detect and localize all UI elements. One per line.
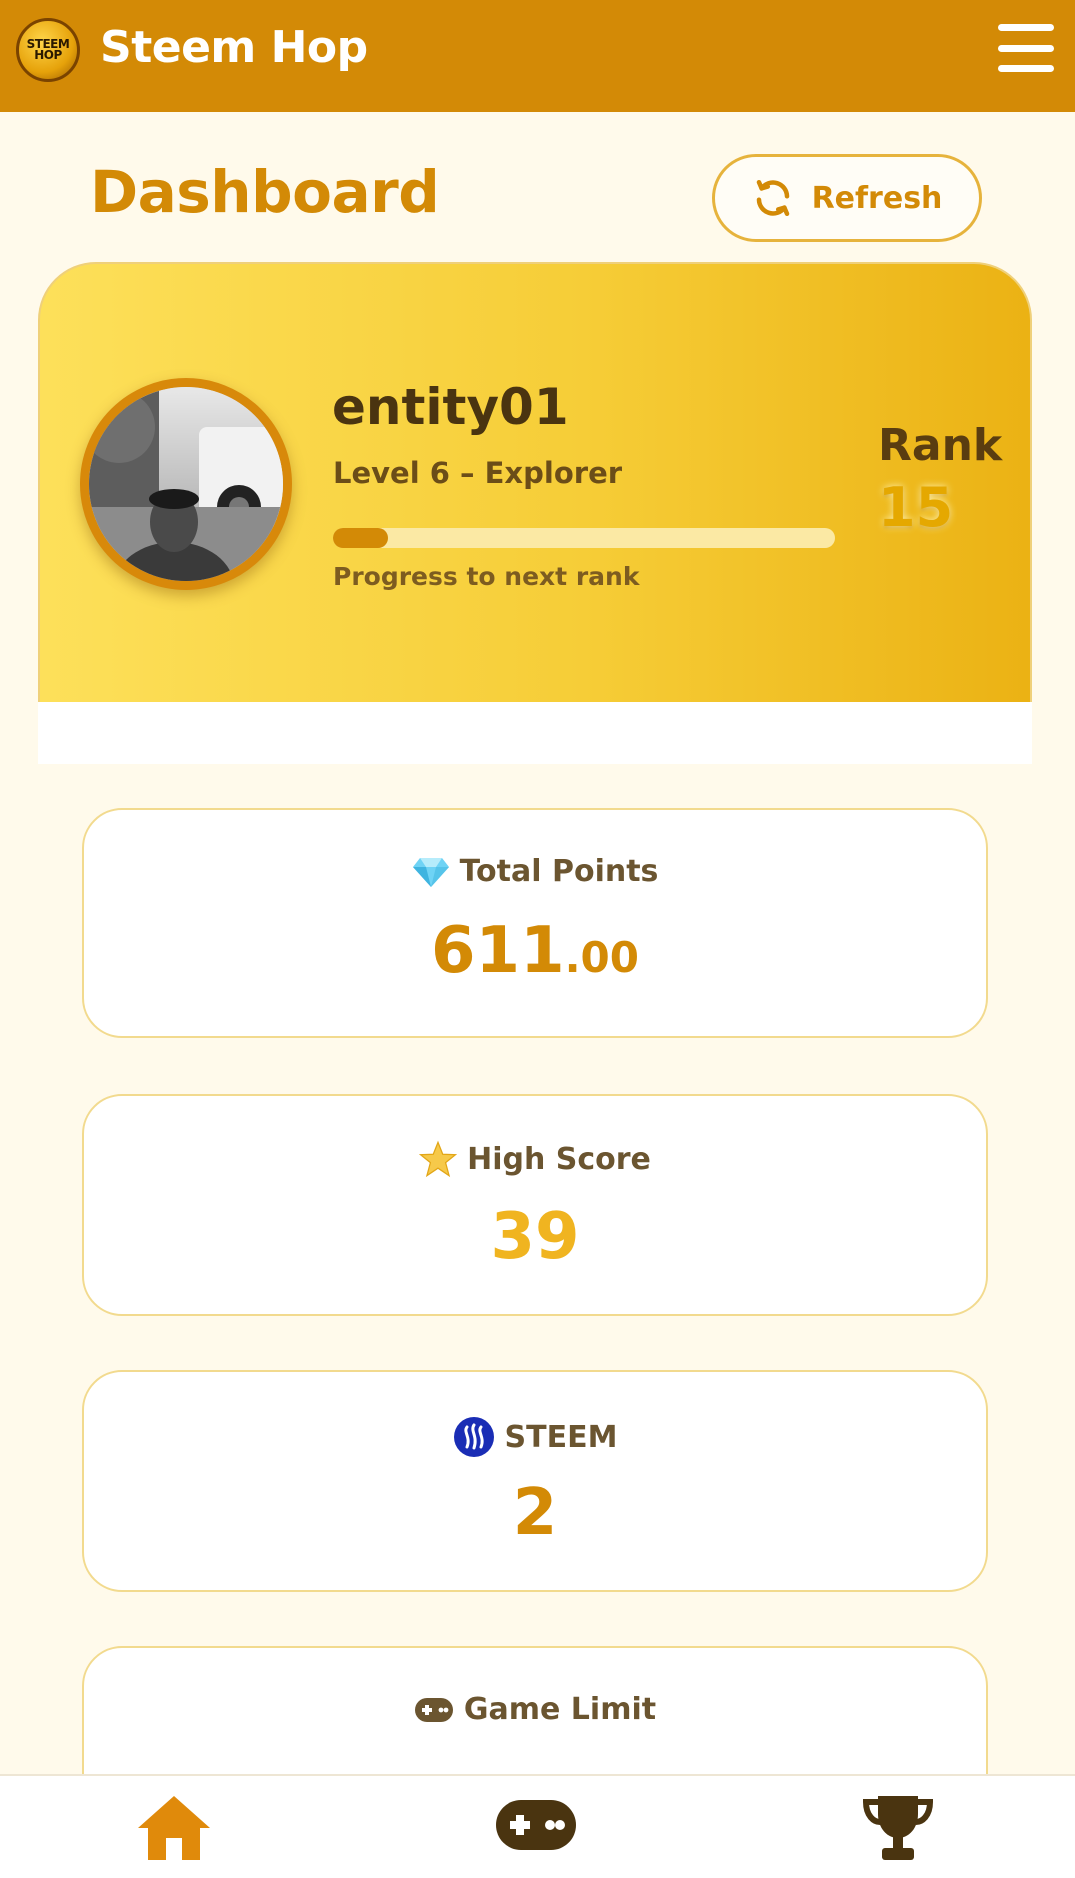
- steem-header: STEEM: [84, 1416, 986, 1458]
- high-score-card: High Score 39: [82, 1094, 988, 1316]
- star-icon: [419, 1140, 458, 1178]
- bottom-nav: [0, 1774, 1075, 1878]
- total-points-label: Total Points: [459, 854, 659, 889]
- username: entity01: [332, 378, 569, 436]
- profile-card-footer: [38, 702, 1032, 764]
- high-score-label: High Score: [467, 1141, 651, 1177]
- app-title: Steem Hop: [100, 22, 368, 73]
- steem-logo-icon: [453, 1417, 494, 1457]
- refresh-label: Refresh: [811, 180, 943, 216]
- game-limit-header: Game Limit: [84, 1692, 986, 1727]
- level-text: Level 6 – Explorer: [333, 456, 623, 490]
- steem-hop-logo[interactable]: STEEM HOP: [16, 18, 80, 82]
- rank-label: Rank: [878, 420, 1003, 471]
- steem-value: 2: [512, 1476, 558, 1550]
- high-score-value: 39: [490, 1200, 580, 1274]
- nav-gamepad-icon[interactable]: [494, 1798, 578, 1852]
- total-points-decimal: .00: [564, 933, 639, 982]
- total-points-int: 611: [431, 914, 565, 988]
- high-score-header: High Score: [84, 1140, 986, 1178]
- nav-home-icon[interactable]: [136, 1794, 212, 1862]
- rank-progress-fill: [333, 528, 389, 548]
- total-points-value: 611.00: [84, 914, 986, 988]
- rank-progress-bar: [333, 528, 835, 548]
- rank-value: 15: [878, 476, 954, 539]
- logo-text-line2: HOP: [34, 48, 62, 62]
- total-points-header: Total Points: [84, 854, 986, 889]
- game-limit-label: Game Limit: [463, 1692, 657, 1727]
- logo-text: STEEM HOP: [27, 38, 70, 62]
- steem-card: STEEM 2: [82, 1370, 988, 1592]
- hamburger-menu-icon[interactable]: [998, 24, 1054, 72]
- refresh-icon: [756, 179, 789, 217]
- page-title: Dashboard: [90, 158, 440, 226]
- refresh-button[interactable]: Refresh: [712, 154, 982, 242]
- gamepad-icon: [414, 1697, 453, 1722]
- progress-label: Progress to next rank: [333, 562, 640, 591]
- total-points-card: Total Points 611.00: [82, 808, 988, 1038]
- diamond-icon: [412, 857, 449, 887]
- avatar[interactable]: [80, 378, 292, 590]
- nav-trophy-icon[interactable]: [860, 1792, 936, 1864]
- top-app-bar: STEEM HOP Steem Hop: [0, 0, 1075, 112]
- steem-label: STEEM: [504, 1419, 618, 1455]
- avatar-photo: [89, 387, 283, 581]
